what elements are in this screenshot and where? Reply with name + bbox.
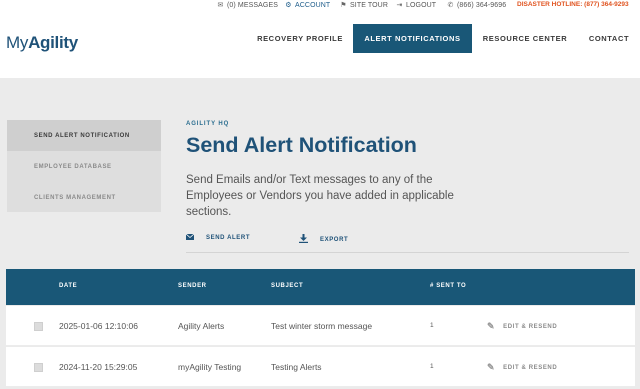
export-button[interactable]: EXPORT — [299, 234, 348, 245]
download-icon — [299, 234, 308, 245]
logout-icon: ⇥ — [396, 2, 403, 9]
account-link[interactable]: ⚙ ACCOUNT — [285, 1, 330, 9]
row-date: 2024-11-20 15:29:05 — [59, 362, 138, 372]
edit-resend-button[interactable]: ✎ EDIT & RESEND — [487, 362, 557, 373]
disaster-hotline[interactable]: DISASTER HOTLINE: (877) 364-9293 — [517, 1, 629, 8]
site-tour-link[interactable]: ⚑ SITE TOUR — [340, 1, 388, 9]
logout-link[interactable]: ⇥ LOGOUT — [396, 1, 437, 9]
pencil-icon: ✎ — [487, 362, 496, 372]
edit-resend-button[interactable]: ✎ EDIT & RESEND — [487, 321, 557, 332]
row-sent-count: 1 — [430, 322, 434, 329]
table-row: 2024-11-20 15:29:05 myAgility Testing Te… — [6, 347, 635, 387]
pencil-icon: ✎ — [487, 321, 496, 331]
sidebar-item-employee-database[interactable]: EMPLOYEE DATABASE — [7, 151, 161, 182]
nav-alert-notifications[interactable]: ALERT NOTIFICATIONS — [353, 24, 472, 53]
site-header: MyAgility RECOVERY PROFILE ALERT NOTIFIC… — [0, 11, 640, 78]
gear-icon: ⚙ — [285, 2, 292, 9]
page-title: Send Alert Notification — [186, 133, 417, 157]
row-subject: Test winter storm message — [271, 321, 373, 331]
envelope-icon: ✉ — [217, 2, 224, 9]
row-subject: Testing Alerts — [271, 362, 322, 372]
column-header-subject[interactable]: SUBJECT — [271, 283, 303, 289]
section-eyebrow: AGILITY HQ — [186, 121, 230, 127]
send-alert-button[interactable]: SEND ALERT — [185, 233, 250, 242]
row-checkbox[interactable] — [34, 322, 43, 331]
sidebar-item-clients-management[interactable]: CLIENTS MANAGEMENT — [7, 182, 161, 213]
nav-resource-center[interactable]: RESOURCE CENTER — [476, 24, 574, 53]
utility-bar: ✉ (0) MESSAGES ⚙ ACCOUNT ⚑ SITE TOUR ⇥ LOGOU… — [0, 0, 640, 11]
table-row: 2025-01-06 12:10:06 Agility Alerts Test … — [6, 306, 635, 346]
row-sent-count: 1 — [430, 363, 434, 370]
column-header-date[interactable]: DATE — [59, 283, 77, 289]
row-sender: myAgility Testing — [178, 362, 242, 372]
divider — [186, 252, 629, 253]
phone-icon: ✆ — [447, 2, 454, 9]
nav-contact[interactable]: CONTACT — [584, 24, 634, 53]
column-header-sender[interactable]: SENDER — [178, 283, 207, 289]
column-header-sent-to[interactable]: # SENT TO — [430, 283, 466, 289]
row-date: 2025-01-06 12:10:06 — [59, 321, 138, 331]
signpost-icon: ⚑ — [340, 2, 347, 9]
sidebar-item-send-alert[interactable]: SEND ALERT NOTIFICATION — [7, 120, 161, 151]
phone-number[interactable]: ✆ (866) 364-9696 — [447, 1, 507, 9]
page-description: Send Emails and/or Text messages to any … — [186, 174, 454, 218]
nav-recovery-profile[interactable]: RECOVERY PROFILE — [250, 24, 350, 53]
row-sender: Agility Alerts — [178, 321, 225, 331]
messages-link[interactable]: ✉ (0) MESSAGES — [217, 1, 278, 9]
table-header: DATE SENDER SUBJECT # SENT TO — [6, 269, 635, 305]
envelope-icon — [185, 233, 195, 242]
row-checkbox[interactable] — [34, 363, 43, 372]
myagility-logo[interactable]: MyAgility — [6, 33, 78, 53]
sidebar: SEND ALERT NOTIFICATION EMPLOYEE DATABAS… — [7, 120, 161, 212]
